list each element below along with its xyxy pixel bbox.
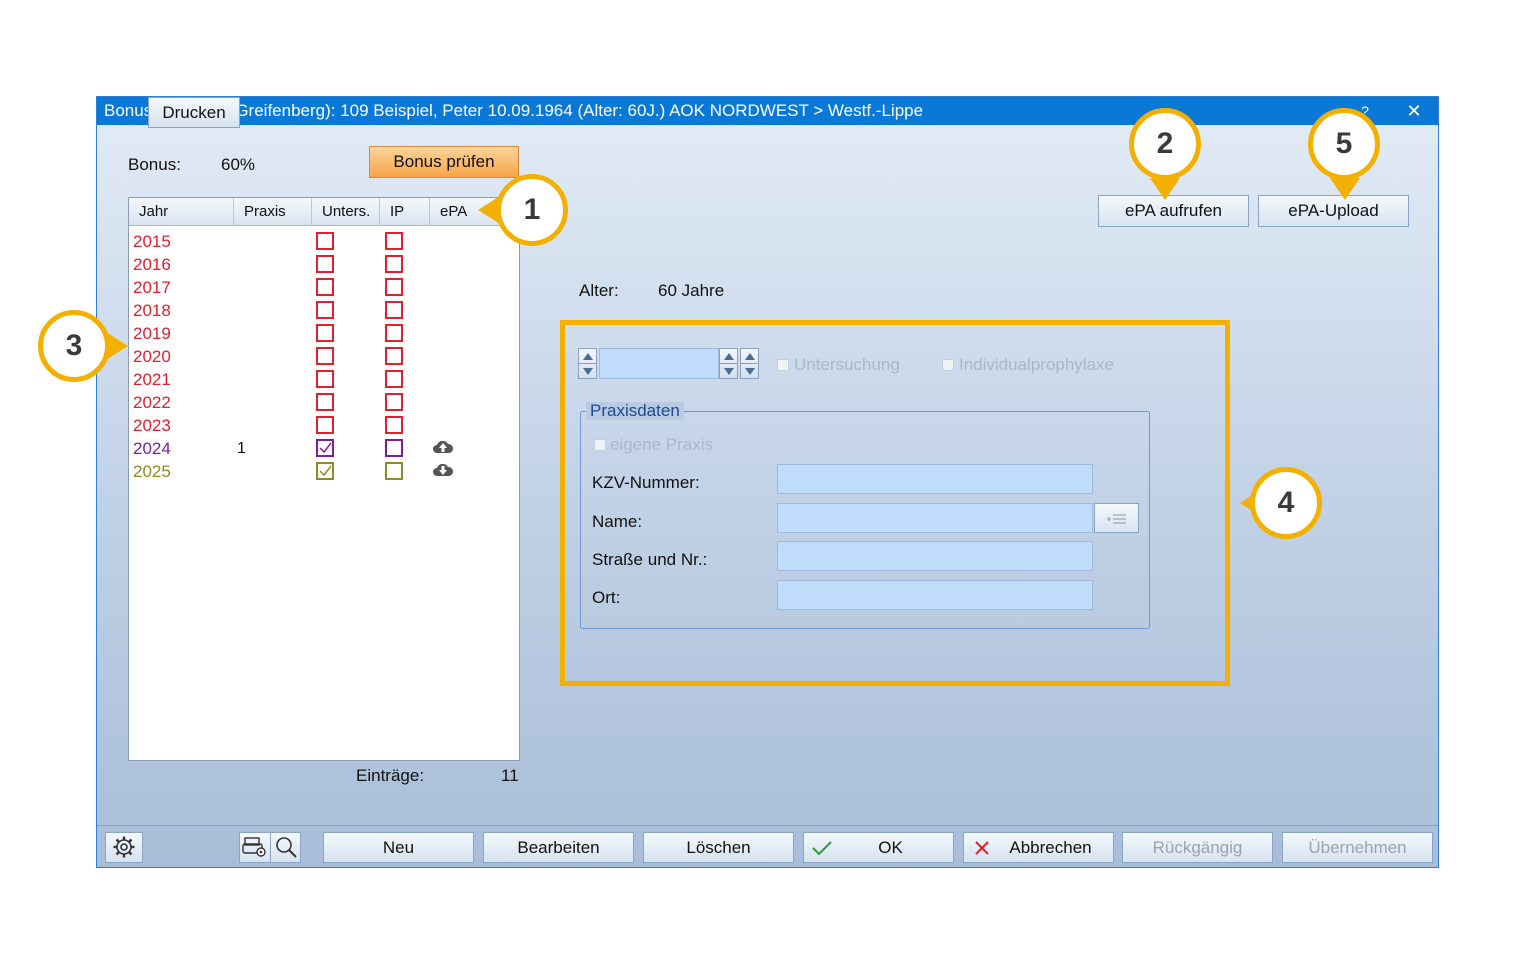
marker-2: 2	[1129, 108, 1201, 180]
marker-5: 5	[1308, 108, 1380, 180]
marker-3: 3	[38, 310, 110, 382]
marker-5-pointer	[1330, 178, 1360, 200]
marker-1: 1	[496, 174, 568, 246]
marker-2-pointer	[1150, 178, 1180, 200]
marker-4: 4	[1250, 467, 1322, 539]
